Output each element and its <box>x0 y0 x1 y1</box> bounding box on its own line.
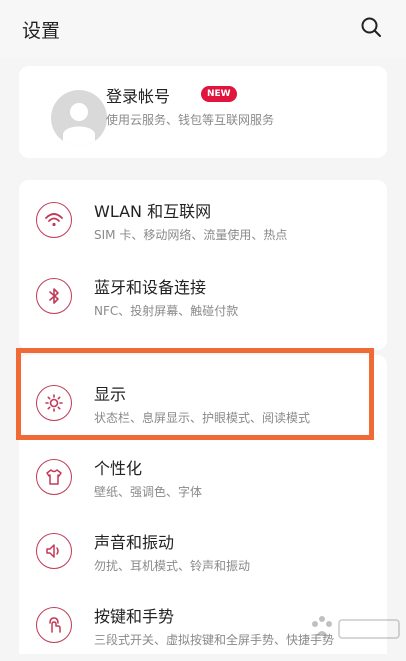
watermark-logo <box>305 608 405 648</box>
settings-item-sound[interactable]: 声音和振动 勿扰、耳机模式、铃声和振动 <box>19 513 387 587</box>
search-icon[interactable] <box>359 15 383 39</box>
settings-item-sub: 勿扰、耳机模式、铃声和振动 <box>94 559 251 573</box>
settings-item-sub: 状态栏、息屏显示、护眼模式、阅读模式 <box>94 411 311 425</box>
settings-item-wlan[interactable]: WLAN 和互联网 SIM 卡、移动网络、流量使用、热点 <box>19 182 387 256</box>
settings-item-label: 蓝牙和设备连接 <box>94 278 207 297</box>
gesture-icon <box>36 607 72 643</box>
account-title: 登录帐号 <box>106 87 171 106</box>
wifi-icon <box>36 202 72 238</box>
account-subtitle: 使用云服务、钱包等互联网服务 <box>106 113 275 127</box>
settings-item-label: 显示 <box>94 385 127 404</box>
settings-item-bluetooth[interactable]: 蓝牙和设备连接 NFC、投射屏幕、触碰付款 <box>19 258 387 332</box>
account-card[interactable]: 登录帐号 NEW 使用云服务、钱包等互联网服务 <box>19 66 387 158</box>
settings-item-label: 按键和手势 <box>94 607 175 626</box>
settings-item-sub: SIM 卡、移动网络、流量使用、热点 <box>94 228 288 242</box>
settings-item-sub: NFC、投射屏幕、触碰付款 <box>94 304 239 318</box>
speaker-icon <box>36 533 72 569</box>
tshirt-icon <box>36 459 72 495</box>
bluetooth-icon <box>36 278 72 314</box>
network-settings-group: WLAN 和互联网 SIM 卡、移动网络、流量使用、热点 蓝牙和设备连接 NFC… <box>19 180 387 350</box>
user-avatar-icon <box>35 78 107 146</box>
settings-item-label: 个性化 <box>94 459 143 478</box>
app-header: 设置 <box>0 0 406 58</box>
new-badge: NEW <box>201 86 237 102</box>
brightness-icon <box>36 385 72 421</box>
page-title: 设置 <box>22 20 61 42</box>
settings-item-sub: 三段式开关、虚拟按键和全屏手势、快捷手势 <box>94 633 335 647</box>
settings-item-label: WLAN 和互联网 <box>94 202 212 221</box>
settings-item-personalization[interactable]: 个性化 壁纸、强调色、字体 <box>19 439 387 513</box>
settings-item-display[interactable]: 显示 状态栏、息屏显示、护眼模式、阅读模式 <box>19 365 387 439</box>
settings-item-sub: 壁纸、强调色、字体 <box>94 485 203 499</box>
settings-item-label: 声音和振动 <box>94 533 175 552</box>
